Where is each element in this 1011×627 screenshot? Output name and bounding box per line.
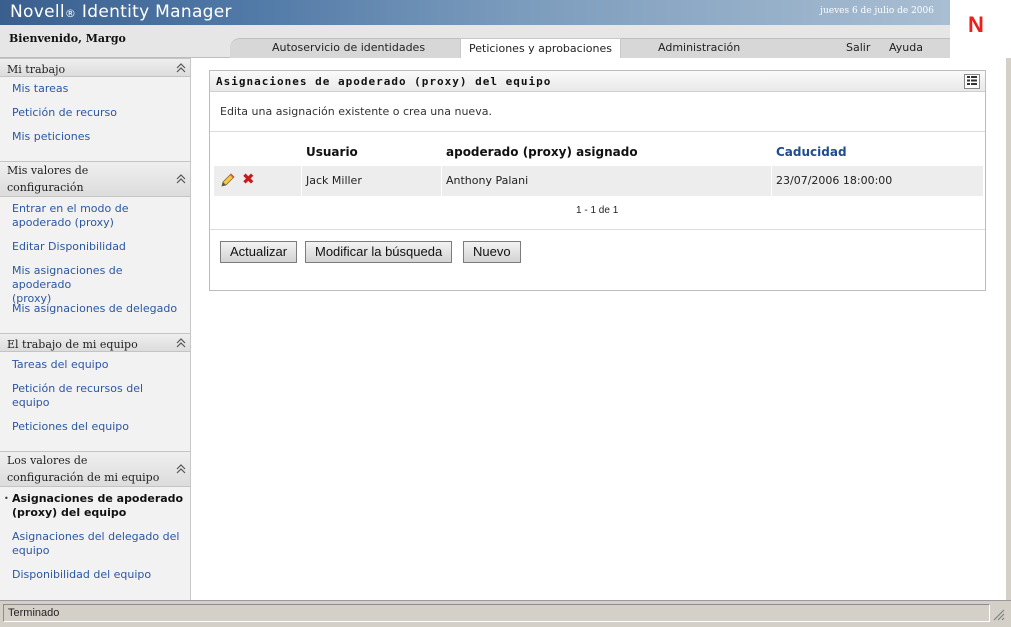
novell-logo-icon: N [968, 12, 984, 37]
sidebar-item-team-resource-request[interactable]: Petición de recursos del equipo [12, 382, 184, 410]
panel-description: Edita una asignación existente o crea un… [220, 105, 492, 118]
sidebar-item-edit-availability[interactable]: Editar Disponibilidad [12, 240, 184, 254]
sidebar-section-my-settings[interactable]: Mis valores de configuración [0, 161, 190, 197]
nav-label-line2: apoderado (proxy) [12, 216, 114, 229]
section-title: Mi trabajo [7, 63, 66, 76]
column-header-proxy[interactable]: apoderado (proxy) asignado [446, 145, 638, 159]
help-link[interactable]: Ayuda [889, 41, 923, 54]
sidebar-item-enter-proxy-mode[interactable]: Entrar en el modo de apoderado (proxy) [12, 202, 184, 230]
section-title: Mis valores de [7, 164, 89, 177]
app-header: Novell® Identity Manager jueves 6 de jul… [0, 0, 1011, 59]
column-header-expiration[interactable]: Caducidad [776, 145, 847, 159]
panel-title: Asignaciones de apoderado (proxy) del eq… [216, 75, 552, 88]
refresh-button[interactable]: Actualizar [220, 241, 298, 263]
section-title: El trabajo de mi equipo [7, 338, 138, 351]
cell-separator [441, 166, 442, 196]
nav-label-line2: (proxy) del equipo [12, 506, 127, 519]
window-edge [1006, 58, 1011, 600]
main-content: Asignaciones de apoderado (proxy) del eq… [192, 58, 1006, 600]
pagination-info: 1 - 1 de 1 [576, 205, 619, 216]
nav-label: Entrar en el modo de [12, 202, 129, 215]
cell-expiration: 23/07/2006 18:00:00 [776, 174, 893, 187]
sidebar-item-my-delegate-assignments[interactable]: Mis asignaciones de delegado [12, 302, 184, 316]
delete-x-icon[interactable]: ✖ [242, 171, 255, 187]
divider [210, 131, 985, 132]
nav-label: Petición de recursos del [12, 382, 144, 395]
modify-search-button[interactable]: Modificar la búsqueda [305, 241, 453, 263]
section-title-line2: configuración [7, 181, 84, 194]
registered-mark: ® [64, 7, 77, 20]
sidebar-item-team-proxy-assignments[interactable]: Asignaciones de apoderado (proxy) del eq… [12, 492, 184, 520]
tab-administration[interactable]: Administración [658, 41, 740, 54]
team-proxy-assignments-panel: Asignaciones de apoderado (proxy) del eq… [209, 70, 986, 291]
cell-separator [301, 166, 302, 196]
collapse-chevron-icon[interactable] [176, 174, 186, 184]
logout-link[interactable]: Salir [846, 41, 870, 54]
sidebar-item-resource-request[interactable]: Petición de recurso [12, 106, 184, 120]
collapse-chevron-icon[interactable] [176, 338, 186, 348]
cell-user: Jack Miller [306, 174, 362, 187]
divider [210, 229, 985, 230]
sidebar-item-my-proxy-assignments[interactable]: Mis asignaciones de apoderado (proxy) [12, 264, 184, 306]
current-item-bullet-icon: • [4, 494, 9, 503]
panel-header: Asignaciones de apoderado (proxy) del eq… [210, 71, 985, 92]
collapse-chevron-icon[interactable] [176, 63, 186, 73]
sidebar-item-my-tasks[interactable]: Mis tareas [12, 82, 184, 96]
tab-requests-approvals[interactable]: Peticiones y aprobaciones [460, 38, 621, 59]
sidebar-section-my-work[interactable]: Mi trabajo [0, 58, 190, 77]
sidebar-item-my-requests[interactable]: Mis peticiones [12, 130, 184, 144]
app-title: Novell® Identity Manager [10, 2, 232, 22]
edit-pencil-icon[interactable] [220, 172, 236, 188]
panel-menu-icon[interactable] [964, 74, 980, 89]
brand-bar: Novell® Identity Manager jueves 6 de jul… [0, 0, 950, 25]
sidebar-item-team-delegate-assignments[interactable]: Asignaciones del delegado del equipo [12, 530, 184, 558]
novell-logo: N [950, 0, 1011, 58]
table-row: ✖ Jack Miller Anthony Palani 23/07/2006 … [214, 166, 983, 196]
status-text: Terminado [3, 604, 990, 622]
main-tabs: Autoservicio de identidades Peticiones y… [230, 38, 950, 59]
nav-label-line2: equipo [12, 544, 50, 557]
new-button[interactable]: Nuevo [463, 241, 521, 263]
sidebar-item-team-tasks[interactable]: Tareas del equipo [12, 358, 184, 372]
nav-label-line2: equipo [12, 396, 50, 409]
cell-proxy: Anthony Palani [446, 174, 529, 187]
header-date: jueves 6 de julio de 2006 [820, 6, 934, 16]
sidebar-section-team-settings[interactable]: Los valores de configuración de mi equip… [0, 451, 190, 487]
sidebar-item-team-requests[interactable]: Peticiones del equipo [12, 420, 184, 434]
brand-name: Novell [10, 2, 65, 22]
collapse-chevron-icon[interactable] [176, 464, 186, 474]
column-header-user[interactable]: Usuario [306, 145, 358, 159]
sidebar: Mi trabajo Mis tareas Petición de recurs… [0, 58, 191, 600]
section-title-line2: configuración de mi equipo [7, 471, 160, 484]
nav-label: Asignaciones del delegado del [12, 530, 180, 543]
sidebar-item-team-availability[interactable]: Disponibilidad del equipo [12, 568, 184, 582]
section-title: Los valores de [7, 454, 88, 467]
cell-separator [771, 166, 772, 196]
nav-label: Asignaciones de apoderado [12, 492, 184, 505]
resize-grip-icon[interactable] [991, 607, 1005, 621]
product-name: Identity Manager [81, 2, 232, 22]
nav-label: Mis asignaciones de apoderado [12, 264, 123, 291]
status-bar: Terminado [0, 600, 1011, 627]
welcome-message: Bienvenido, Margo [9, 32, 126, 45]
sidebar-section-team-work[interactable]: El trabajo de mi equipo [0, 333, 190, 352]
tab-identity-self-service[interactable]: Autoservicio de identidades [272, 41, 425, 54]
